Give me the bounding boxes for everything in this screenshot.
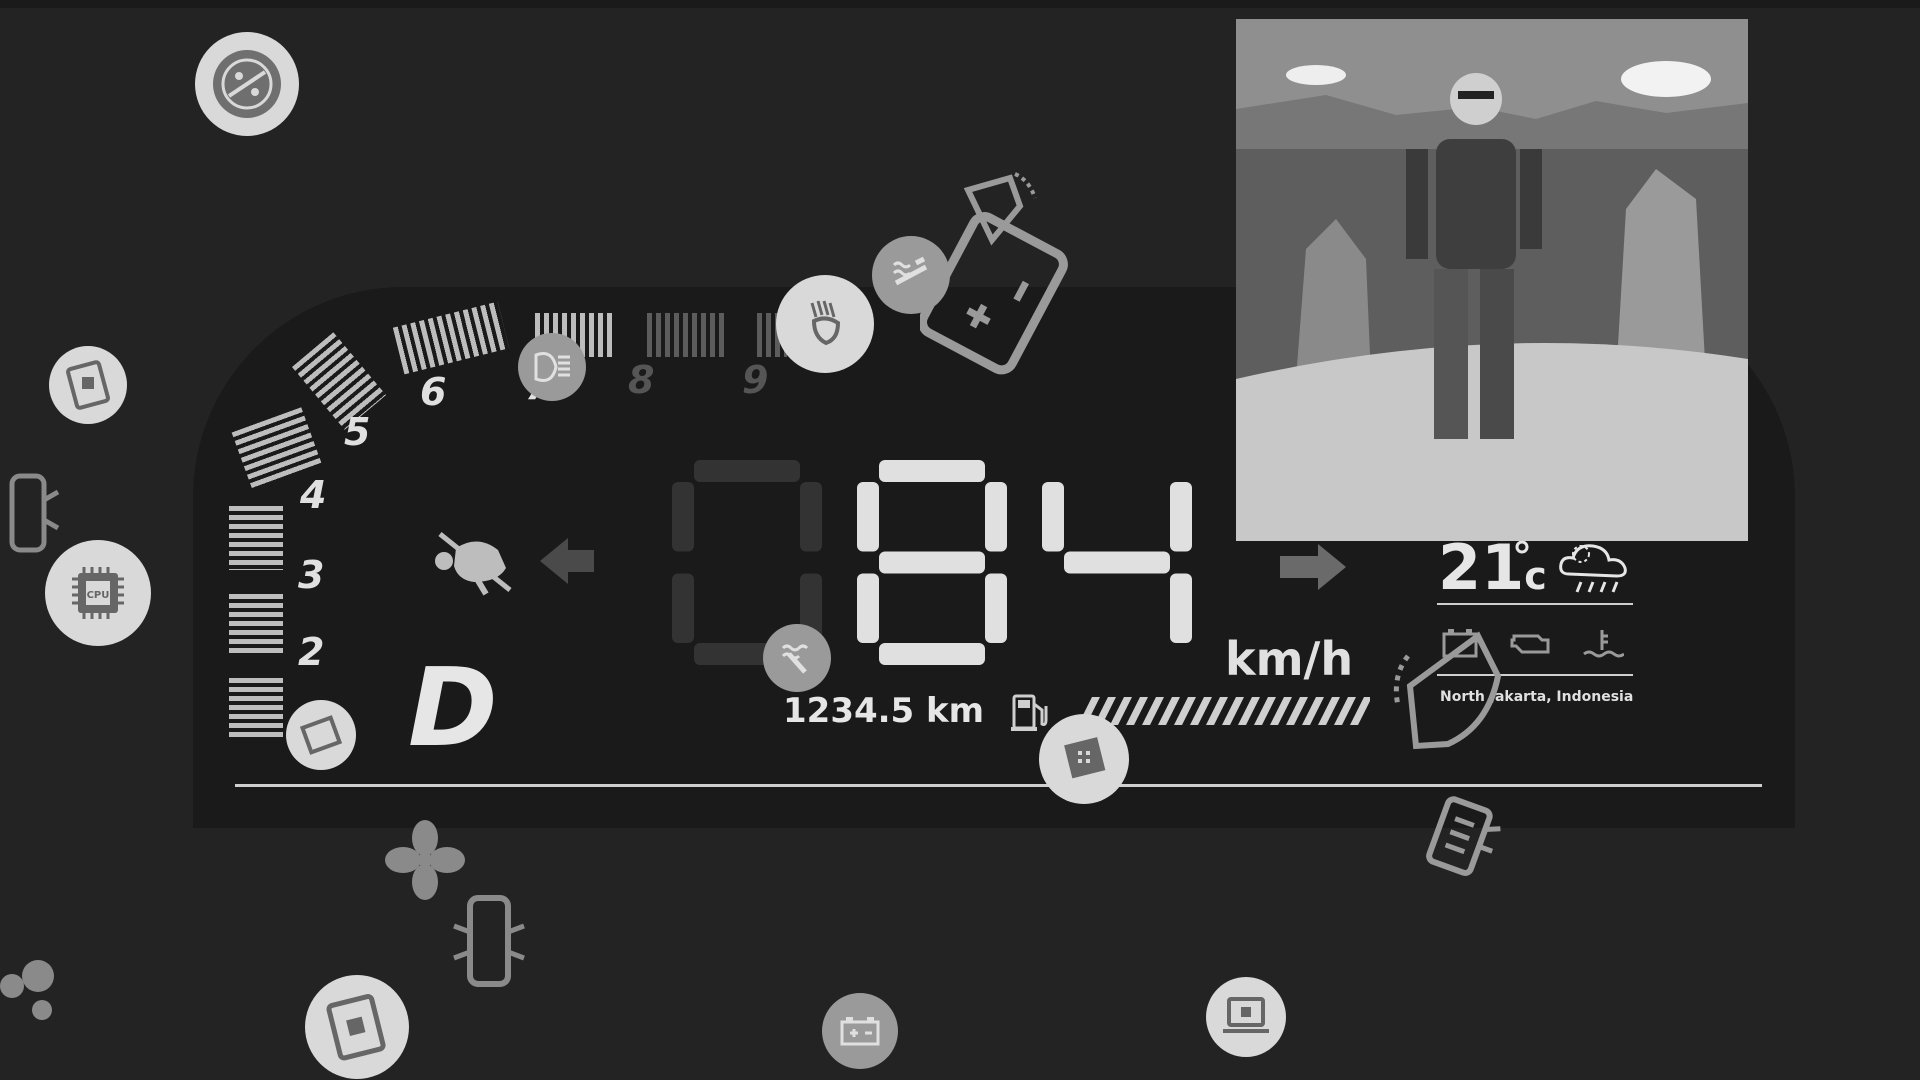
chip-icon[interactable]	[1039, 714, 1129, 804]
battery-warning-icon[interactable]	[822, 993, 898, 1069]
rpm-label-4: 4	[300, 473, 327, 517]
fan-icon[interactable]	[0, 956, 60, 1026]
driver-photo	[1236, 19, 1748, 541]
speed-digit-segment	[879, 460, 985, 482]
speed-digit-segment	[857, 573, 879, 643]
rpm-segment	[229, 678, 283, 740]
chip-icon[interactable]	[286, 700, 356, 770]
weather-rain-icon	[1559, 544, 1627, 593]
engine-check-icon	[1510, 634, 1550, 654]
speed-digit-segment	[1042, 482, 1064, 552]
battery-warning-icon[interactable]	[920, 170, 1080, 380]
weather-divider	[1437, 603, 1633, 605]
odometer: 1234.5 km	[783, 691, 985, 731]
coolant-temp-icon[interactable]	[763, 624, 831, 692]
left-turn-signal-icon	[540, 538, 594, 584]
wiper-icon[interactable]	[1388, 626, 1508, 760]
car-door-icon[interactable]	[4, 470, 62, 558]
speed-digit-segment	[672, 482, 694, 552]
speed-digit-segment	[694, 552, 800, 574]
cluster-baseline	[235, 784, 1762, 787]
rpm-label-5: 5	[344, 410, 371, 454]
speed-digit-segment	[985, 482, 1007, 552]
speed-digit-segment	[1170, 482, 1192, 552]
laptop-chip-icon[interactable]	[1206, 977, 1286, 1057]
speed-digit-segment	[1170, 573, 1192, 643]
seatbelt-warning-icon	[435, 532, 594, 596]
tablet-chip-icon[interactable]	[305, 975, 409, 1079]
right-turn-signal-icon	[1280, 544, 1346, 590]
speed-digit-segment	[857, 482, 879, 552]
speed-digit-segment	[1064, 460, 1170, 482]
rpm-label-9: 9	[742, 358, 769, 402]
top-frame	[0, 0, 1920, 8]
rpm-segment	[647, 313, 727, 357]
car-door-icon[interactable]	[448, 892, 532, 992]
rpm-label-3: 3	[298, 553, 325, 597]
coolant-temp-icon	[1583, 630, 1624, 658]
tablet-chip-icon[interactable]	[49, 346, 127, 424]
rpm-segment	[229, 506, 283, 570]
rpm-label-8: 8	[628, 358, 655, 402]
speed-digit-segment	[1042, 574, 1064, 644]
speed-digit-segment	[985, 573, 1007, 643]
fuel-icon	[1011, 694, 1048, 731]
speed-digit-segment	[1064, 551, 1170, 574]
svg-text:CPU: CPU	[87, 590, 110, 601]
defrost-icon[interactable]	[1420, 795, 1508, 887]
headlight-icon[interactable]	[518, 333, 586, 401]
rpm-label-6: 6	[420, 370, 447, 414]
speed-digit-segment	[694, 460, 800, 482]
speed-unit: km/h	[1225, 632, 1354, 686]
speed-digit-segment	[1064, 643, 1170, 665]
speed-digit-segment	[672, 573, 694, 643]
speed-display	[672, 460, 1192, 665]
circuit-icon[interactable]	[195, 32, 299, 136]
rpm-label-2: 2	[298, 630, 325, 674]
speed-digit-segment	[879, 643, 985, 665]
rpm-segment	[229, 594, 283, 656]
fan-icon[interactable]	[385, 820, 465, 900]
gear-indicator: D	[408, 646, 498, 771]
speed-digit-segment	[879, 551, 985, 574]
speed-digit-segment	[800, 482, 822, 552]
high-beam-icon[interactable]	[776, 275, 874, 373]
